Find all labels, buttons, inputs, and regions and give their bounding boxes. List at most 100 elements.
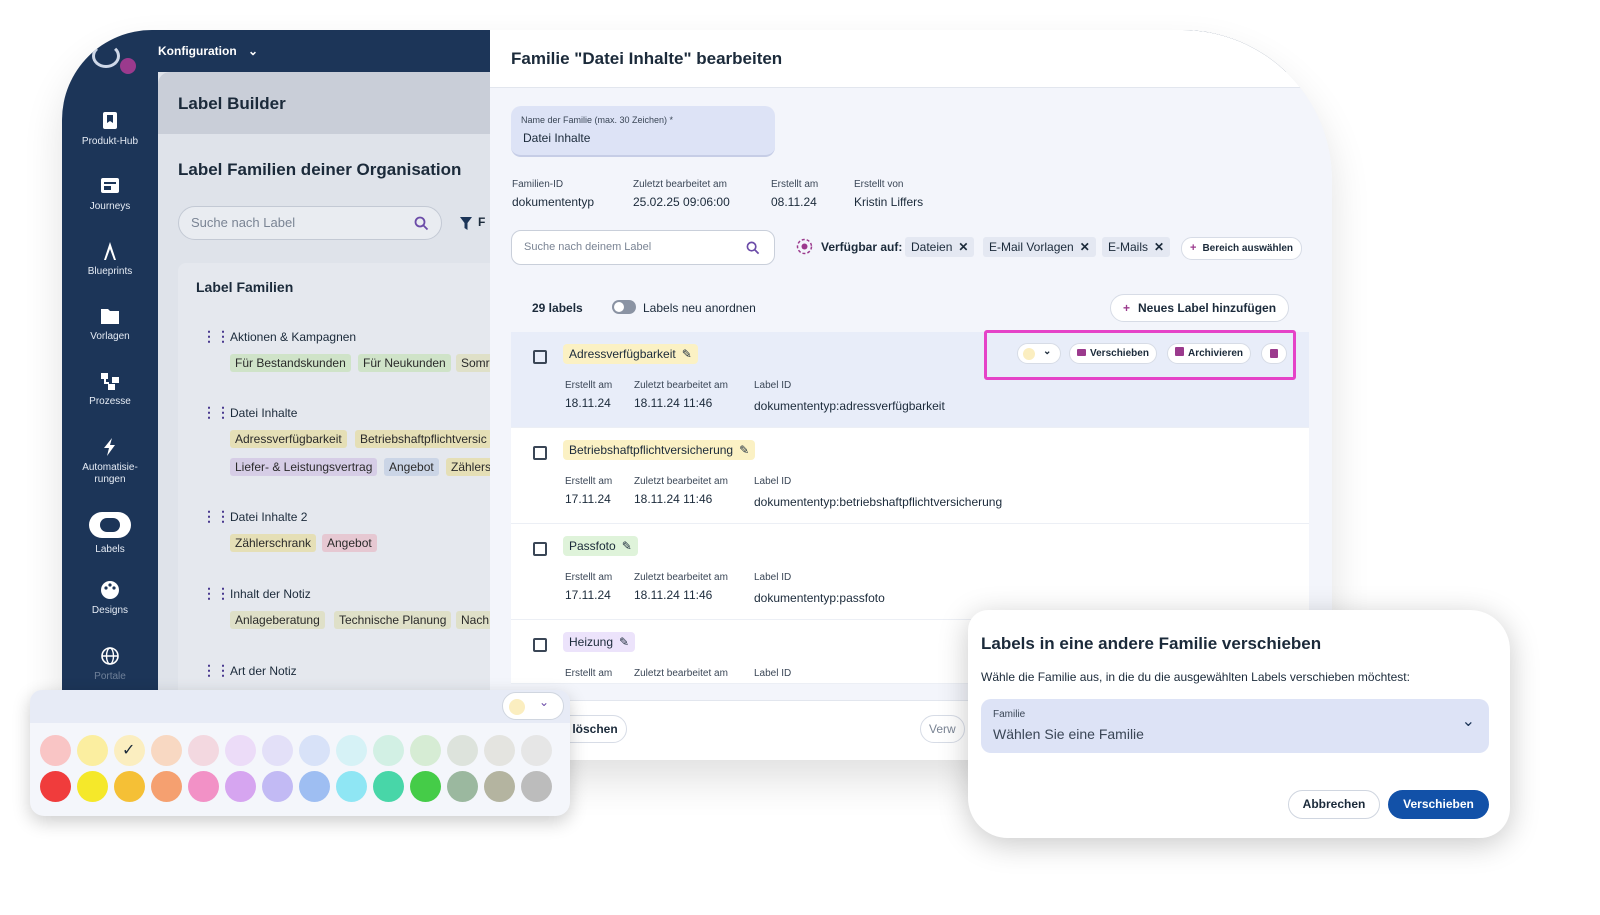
label-row[interactable]: Adressverfügbarkeit ✎ Erstellt am 18.11.2…: [511, 330, 1309, 428]
color-swatch[interactable]: [225, 735, 256, 766]
color-swatch[interactable]: [225, 771, 256, 802]
nav-item-journeys[interactable]: Journeys: [62, 177, 158, 213]
drag-handle-icon[interactable]: ⋮⋮: [202, 405, 230, 420]
row-checkbox[interactable]: [533, 638, 547, 652]
color-swatch[interactable]: [77, 735, 108, 766]
label-chip[interactable]: Betriebshaftpflichtversicherung ✎: [563, 440, 756, 460]
family-chip: Zählers: [446, 458, 497, 476]
select-area-button[interactable]: + Bereich auswählen: [1181, 237, 1303, 260]
close-icon[interactable]: ✕: [1080, 240, 1090, 254]
row-checkbox[interactable]: [533, 542, 547, 556]
nav-item-labels[interactable]: Labels: [62, 512, 158, 556]
lightning-icon: [104, 438, 115, 456]
family-row[interactable]: ⋮⋮ Datei Inhalte Adressverfügbarkeit Bet…: [202, 405, 497, 492]
color-swatch[interactable]: [447, 771, 478, 802]
color-swatch[interactable]: [151, 771, 182, 802]
row-checkbox[interactable]: [533, 446, 547, 460]
archive-button[interactable]: Archivieren: [1167, 343, 1252, 364]
family-select[interactable]: Familie Wählen Sie eine Familie ⌄: [981, 699, 1489, 753]
page-title: Label Builder: [178, 94, 286, 113]
color-swatch[interactable]: [77, 771, 108, 802]
nav-item-blueprints[interactable]: Blueprints: [62, 242, 158, 278]
nav-item-automatisierungen[interactable]: Automatisie- rungen: [62, 438, 158, 486]
field-label: Familie: [993, 709, 1026, 720]
drag-handle-icon[interactable]: ⋮⋮: [202, 329, 230, 344]
label-chip[interactable]: Heizung ✎: [563, 632, 636, 652]
nav-item-vorlagen[interactable]: Vorlagen: [62, 307, 158, 343]
discard-button[interactable]: Verw: [920, 715, 965, 743]
color-picker-button[interactable]: ⌄: [502, 692, 564, 720]
label-search-input[interactable]: Suche nach Label: [178, 206, 442, 240]
label-row[interactable]: Passfoto ✎ Erstellt am 17.11.24 Zuletzt b…: [511, 524, 1309, 620]
color-swatch[interactable]: [299, 771, 330, 802]
pencil-icon[interactable]: ✎: [682, 347, 692, 361]
cancel-button[interactable]: Abbrechen: [1288, 790, 1380, 819]
color-swatch[interactable]: [521, 735, 552, 766]
pencil-icon[interactable]: ✎: [739, 443, 749, 457]
family-chip: Angebot: [384, 458, 439, 476]
family-chip: Für Bestandskunden: [230, 354, 351, 372]
family-name-field[interactable]: Name der Familie (max. 30 Zeichen) * Dat…: [511, 106, 775, 157]
color-swatch[interactable]: [40, 735, 71, 766]
color-swatch[interactable]: [299, 735, 330, 766]
row-checkbox[interactable]: [533, 350, 547, 364]
nav-item-prozesse[interactable]: Prozesse: [62, 372, 158, 408]
color-swatch[interactable]: [188, 771, 219, 802]
color-swatch[interactable]: [410, 771, 441, 802]
family-row[interactable]: ⋮⋮ Datei Inhalte 2 Zählerschrank Angebot: [202, 509, 490, 570]
color-dot: [1023, 348, 1035, 360]
label-row[interactable]: Betriebshaftpflichtversicherung ✎ Erstell…: [511, 428, 1309, 524]
color-swatch[interactable]: [373, 735, 404, 766]
archive-icon: [1175, 347, 1184, 356]
meta-last-edited: Zuletzt bearbeitet am 25.02.25 09:06:00: [633, 179, 730, 209]
color-swatch[interactable]: [151, 735, 182, 766]
label-chip[interactable]: Adressverfügbarkeit ✎: [563, 344, 698, 364]
nav-item-designs[interactable]: Designs: [62, 581, 158, 617]
drag-handle-icon[interactable]: ⋮⋮: [202, 586, 230, 601]
family-row[interactable]: ⋮⋮ Aktionen & Kampagnen Für Bestandskund…: [202, 329, 495, 390]
pencil-icon[interactable]: ✎: [622, 539, 632, 553]
meta-family-id: Familien-ID dokumententyp: [512, 179, 595, 209]
color-picker-button[interactable]: ⌄: [1017, 343, 1061, 364]
org-logo[interactable]: [92, 44, 120, 68]
search-placeholder: Suche nach deinem Label: [524, 241, 652, 253]
color-swatch[interactable]: [262, 735, 293, 766]
filter-icon[interactable]: [460, 217, 472, 230]
confirm-move-button[interactable]: Verschieben: [1388, 790, 1489, 819]
col-label-id: Label ID: [754, 572, 792, 583]
drag-handle-icon[interactable]: ⋮⋮: [202, 509, 230, 524]
avatar[interactable]: [120, 58, 136, 74]
family-name: Aktionen & Kampagnen: [230, 330, 357, 344]
drag-handle-icon[interactable]: ⋮⋮: [202, 663, 230, 678]
color-swatch[interactable]: [188, 735, 219, 766]
color-swatch[interactable]: [262, 771, 293, 802]
family-row[interactable]: ⋮⋮ Inhalt der Notiz Anlageberatung Techn…: [202, 586, 495, 647]
color-swatch[interactable]: [336, 771, 367, 802]
col-label-id: Label ID: [754, 476, 792, 487]
color-swatch[interactable]: [447, 735, 478, 766]
col-edited: Zuletzt bearbeitet am: [634, 572, 728, 583]
color-swatch[interactable]: [114, 771, 145, 802]
section-switcher[interactable]: Konfiguration ⌄: [158, 44, 258, 58]
color-swatch[interactable]: [40, 771, 71, 802]
close-icon[interactable]: ✕: [958, 240, 968, 254]
label-search-input[interactable]: Suche nach deinem Label: [511, 230, 775, 265]
add-label-button[interactable]: + Neues Label hinzufügen: [1110, 294, 1290, 322]
color-swatch[interactable]: [484, 771, 515, 802]
filter-label[interactable]: F: [478, 215, 485, 229]
family-name: Datei Inhalte 2: [230, 510, 308, 524]
reorder-toggle[interactable]: [612, 300, 636, 314]
color-swatch[interactable]: ✓: [114, 735, 145, 766]
nav-item-portale[interactable]: Portale: [62, 647, 158, 683]
color-swatch[interactable]: [336, 735, 367, 766]
color-swatch[interactable]: [484, 735, 515, 766]
pencil-icon[interactable]: ✎: [619, 635, 629, 649]
label-chip[interactable]: Passfoto ✎: [563, 536, 638, 556]
delete-button[interactable]: [1261, 343, 1287, 364]
color-swatch[interactable]: [410, 735, 441, 766]
color-swatch[interactable]: [373, 771, 404, 802]
move-button[interactable]: Verschieben: [1069, 343, 1157, 364]
nav-item-produkt-hub[interactable]: Produkt-Hub: [62, 112, 158, 148]
color-swatch[interactable]: [521, 771, 552, 802]
close-icon[interactable]: ✕: [1154, 240, 1164, 254]
